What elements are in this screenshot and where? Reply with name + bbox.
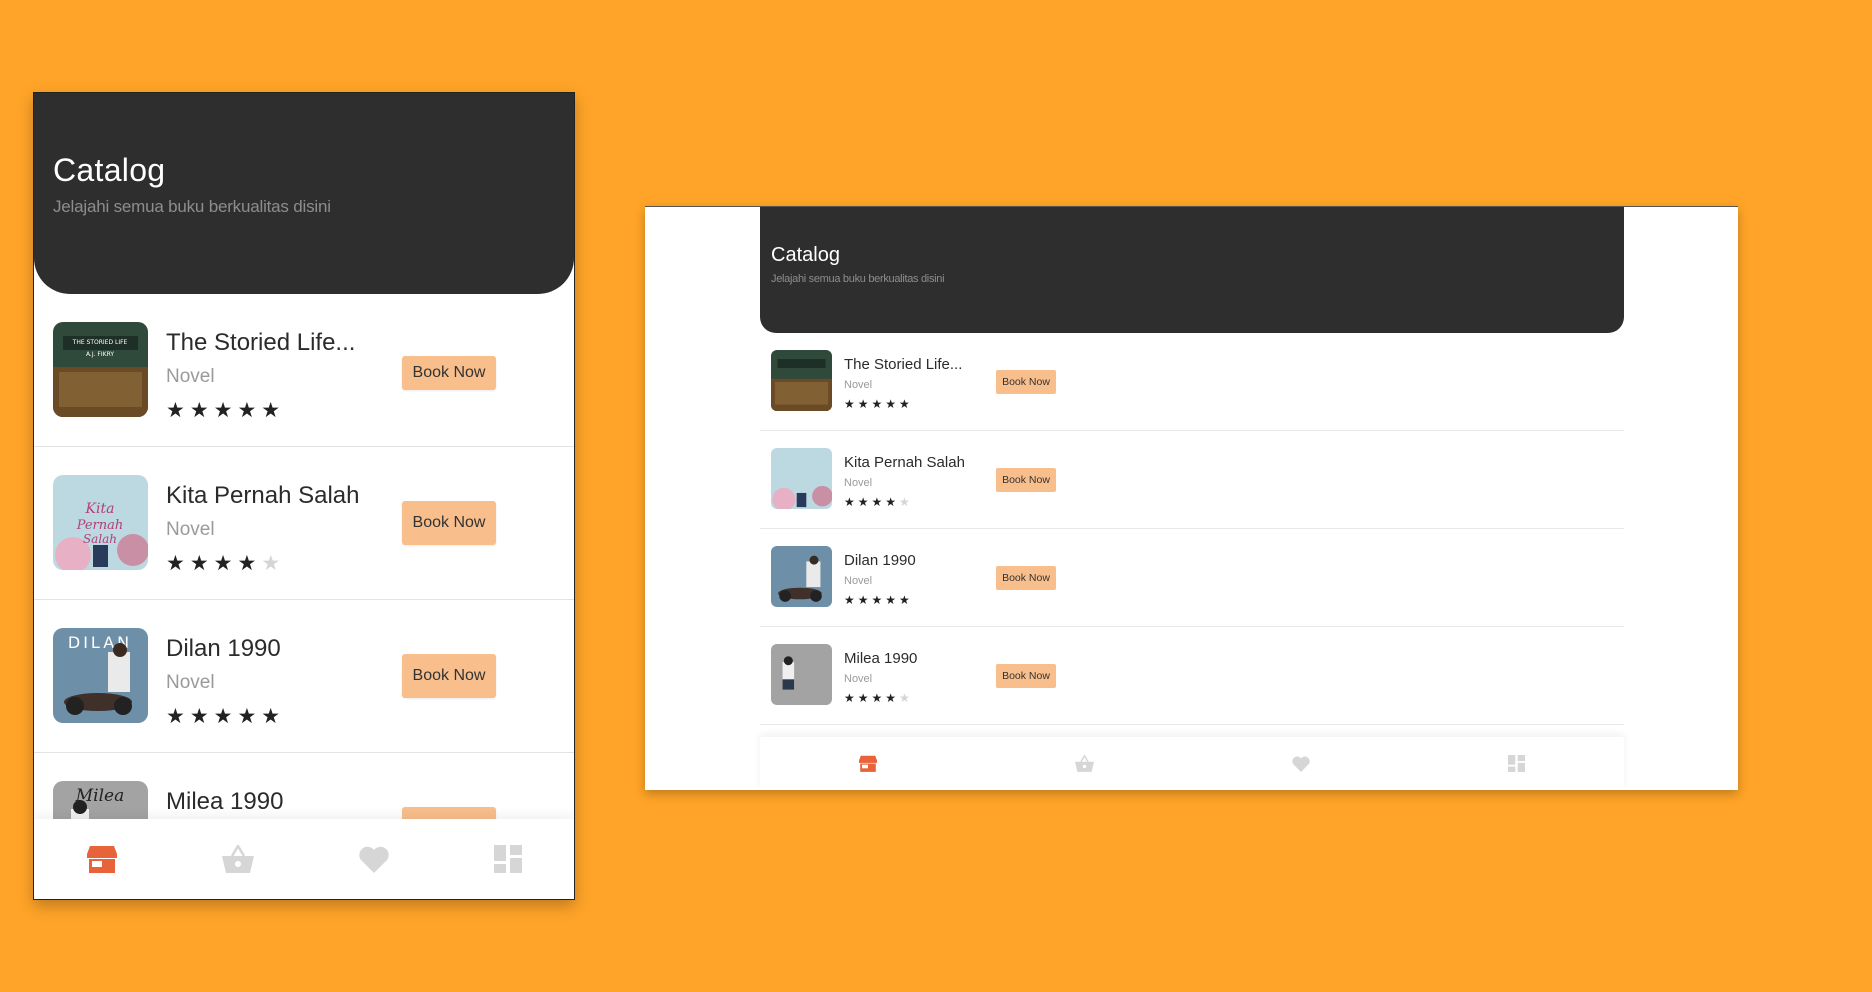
book-cover: Kita Pernah Salah <box>53 475 148 570</box>
book-cover <box>771 350 832 411</box>
book-title: Dilan 1990 <box>166 635 281 662</box>
book-title: Kita Pernah Salah <box>166 482 360 509</box>
heart-icon[interactable] <box>1292 755 1310 772</box>
star-icon: ★★★★★ <box>166 705 286 728</box>
svg-text:Pernah: Pernah <box>76 518 124 533</box>
list-item[interactable]: Kita Pernah Salah Kita Pernah Salah Novel … <box>34 447 574 600</box>
page-subtitle: Jelajahi semua buku berkualitas disini <box>53 197 331 216</box>
dashboard-icon[interactable] <box>493 845 522 873</box>
bottom-navigation <box>34 819 574 899</box>
book-genre: Novel <box>844 673 873 685</box>
svg-text:THE STORIED LIFE: THE STORIED LIFE <box>72 339 128 346</box>
svg-text:A.J. FIKRY: A.J. FIKRY <box>86 351 114 358</box>
star-empty-icon: ★ <box>899 691 913 705</box>
star-icon: ★★★★★ <box>166 399 286 422</box>
book-now-button[interactable]: Book Now <box>996 370 1056 394</box>
book-genre: Novel <box>844 477 873 489</box>
book-title: Milea 1990 <box>166 788 284 815</box>
basket-icon[interactable] <box>221 845 254 873</box>
book-list[interactable]: THE STORIED LIFE A.J. FIKRY The Storied L… <box>34 294 574 899</box>
basket-icon[interactable] <box>1075 755 1094 772</box>
page-title: Catalog <box>771 244 840 266</box>
book-genre: Novel <box>166 366 215 387</box>
rating-stars: ★★★★★ <box>166 398 285 423</box>
dashboard-icon[interactable] <box>1508 755 1525 772</box>
book-genre: Novel <box>166 519 215 540</box>
svg-text:Salah: Salah <box>83 532 117 546</box>
book-cover <box>771 448 832 509</box>
star-icon: ★★★★★ <box>844 397 913 411</box>
heart-icon[interactable] <box>358 846 389 873</box>
book-title: Dilan 1990 <box>844 552 916 569</box>
book-now-button[interactable]: Book Now <box>402 501 496 545</box>
rating-stars: ★★★★★ <box>844 593 913 607</box>
store-icon[interactable] <box>859 755 877 772</box>
catalog-header: Catalog Jelajahi semua buku berkualitas … <box>34 93 574 294</box>
book-title: The Storied Life... <box>166 329 356 356</box>
bottom-navigation <box>760 737 1624 790</box>
list-item[interactable]: DILAN Dilan 1990 Novel ★★★★★ Book Now <box>34 600 574 753</box>
desktop-mockup: Catalog Jelajahi semua buku berkualitas … <box>645 206 1738 790</box>
catalog-panel: Catalog Jelajahi semua buku berkualitas … <box>760 207 1624 790</box>
star-empty-icon: ★ <box>899 495 913 509</box>
list-item[interactable]: The Storied Life... Novel ★★★★★ Book Now <box>760 333 1624 431</box>
list-item[interactable]: Kita Pernah Salah Novel ★★★★★ Book Now <box>760 431 1624 529</box>
store-icon[interactable] <box>86 845 117 873</box>
list-item[interactable]: Milea 1990 Novel ★★★★★ Book Now <box>760 627 1624 725</box>
book-now-button[interactable]: Book Now <box>402 356 496 390</box>
mobile-mockup: Catalog Jelajahi semua buku berkualitas … <box>33 92 575 900</box>
book-title: The Storied Life... <box>844 356 963 373</box>
list-item[interactable]: THE STORIED LIFE A.J. FIKRY The Storied L… <box>34 294 574 447</box>
book-now-button[interactable]: Book Now <box>402 654 496 698</box>
star-icon: ★★★★★ <box>844 593 913 607</box>
book-now-button[interactable]: Book Now <box>996 566 1056 590</box>
book-list[interactable]: The Storied Life... Novel ★★★★★ Book Now… <box>760 333 1624 725</box>
star-icon: ★★★★ <box>166 552 262 575</box>
book-title: Milea 1990 <box>844 650 918 667</box>
page-title: Catalog <box>53 152 166 188</box>
star-empty-icon: ★ <box>261 552 286 575</box>
book-genre: Novel <box>844 575 873 587</box>
rating-stars: ★★★★★ <box>844 397 913 411</box>
rating-stars: ★★★★★ <box>166 551 285 576</box>
book-genre: Novel <box>844 379 873 391</box>
rating-stars: ★★★★★ <box>844 691 913 705</box>
book-cover <box>771 644 832 705</box>
rating-stars: ★★★★★ <box>844 495 913 509</box>
book-now-button[interactable]: Book Now <box>996 468 1056 492</box>
book-now-button[interactable]: Book Now <box>996 664 1056 688</box>
catalog-header: Catalog Jelajahi semua buku berkualitas … <box>760 207 1624 333</box>
book-cover: DILAN <box>53 628 148 723</box>
star-icon: ★★★★ <box>844 691 900 705</box>
star-icon: ★★★★ <box>844 495 900 509</box>
book-cover: THE STORIED LIFE A.J. FIKRY <box>53 322 148 417</box>
rating-stars: ★★★★★ <box>166 704 285 729</box>
list-item[interactable]: Dilan 1990 Novel ★★★★★ Book Now <box>760 529 1624 627</box>
book-cover <box>771 546 832 607</box>
svg-text:Kita: Kita <box>85 501 115 517</box>
page-subtitle: Jelajahi semua buku berkualitas disini <box>771 273 945 285</box>
book-genre: Novel <box>166 672 215 693</box>
book-title: Kita Pernah Salah <box>844 454 965 471</box>
